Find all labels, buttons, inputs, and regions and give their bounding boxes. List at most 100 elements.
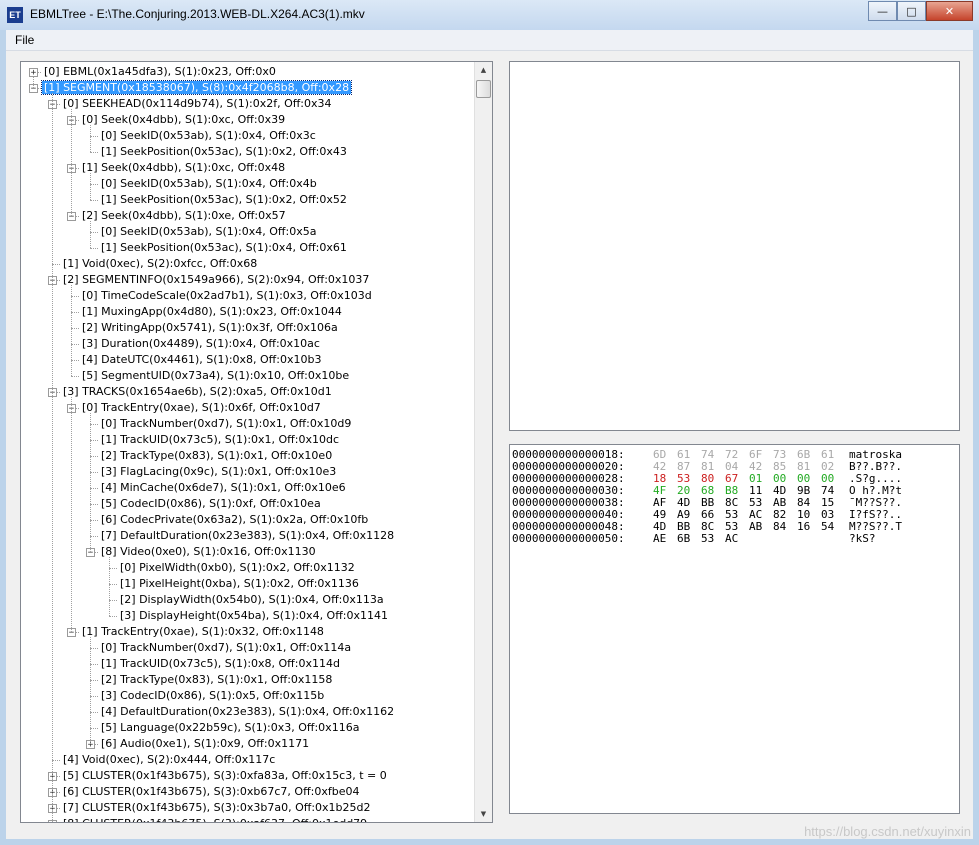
tree-connector — [109, 600, 117, 601]
tree-node[interactable]: [1] PixelHeight(0xba), S(1):0x2, Off:0x1… — [118, 576, 361, 592]
tree-node[interactable]: [4] Void(0xec), S(2):0x444, Off:0x117c — [61, 752, 277, 768]
tree-node-label: [3] DisplayHeight(0x54ba), S(1):0x4, Off… — [120, 609, 389, 622]
tree-node-label: [4] MinCache(0x6de7), S(1):0x1, Off:0x10… — [101, 481, 346, 494]
tree-node[interactable]: [6] CodecPrivate(0x63a2), S(1):0x2a, Off… — [99, 512, 370, 528]
hex-byte: AC — [725, 532, 739, 545]
tree-node-label: [1] TrackEntry(0xae), S(1):0x32, Off:0x1… — [82, 625, 324, 638]
tree-node-label: [6] Audio(0xe1), S(1):0x9, Off:0x1171 — [101, 737, 310, 750]
minimize-button[interactable]: — — [868, 1, 897, 21]
tree-node[interactable]: [2] SEGMENTINFO(0x1549a966), S(2):0x94, … — [61, 272, 371, 288]
tree-node[interactable]: [3] DisplayHeight(0x54ba), S(1):0x4, Off… — [118, 608, 390, 624]
tree-node-label: [0] Seek(0x4dbb), S(1):0xc, Off:0x39 — [82, 113, 286, 126]
tree-node[interactable]: [0] TrackNumber(0xd7), S(1):0x1, Off:0x1… — [99, 640, 353, 656]
tree-node-label: [7] CLUSTER(0x1f43b675), S(3):0x3b7a0, O… — [63, 801, 371, 814]
tree-node[interactable]: [1] SeekPosition(0x53ac), S(1):0x2, Off:… — [99, 192, 349, 208]
tree-node-label: [1] Seek(0x4dbb), S(1):0xc, Off:0x48 — [82, 161, 286, 174]
menu-file[interactable]: File — [15, 33, 34, 47]
tree-node[interactable]: [5] CodecID(0x86), S(1):0xf, Off:0x10ea — [99, 496, 323, 512]
tree-node[interactable]: [1] SeekPosition(0x53ac), S(1):0x4, Off:… — [99, 240, 349, 256]
tree-node[interactable]: [3] FlagLacing(0x9c), S(1):0x1, Off:0x10… — [99, 464, 338, 480]
tree-node[interactable]: [0] TrackNumber(0xd7), S(1):0x1, Off:0x1… — [99, 416, 353, 432]
tree-connector — [90, 488, 98, 489]
tree-node[interactable]: [1] TrackEntry(0xae), S(1):0x32, Off:0x1… — [80, 624, 326, 640]
tree-node[interactable]: [5] SegmentUID(0x73a4), S(1):0x10, Off:0… — [80, 368, 351, 384]
tree-connector — [90, 440, 98, 441]
close-button[interactable]: ✕ — [926, 1, 973, 21]
tree-node[interactable]: [8] CLUSTER(0x1f43b675), S(3):0xaf637, O… — [61, 816, 369, 822]
tree-node[interactable]: [1] Void(0xec), S(2):0xfcc, Off:0x68 — [61, 256, 259, 272]
tree-node-label: [6] CLUSTER(0x1f43b675), S(3):0xb67c7, O… — [63, 785, 360, 798]
tree-node[interactable]: [0] SeekID(0x53ab), S(1):0x4, Off:0x5a — [99, 224, 318, 240]
tree-node[interactable]: [4] DateUTC(0x4461), S(1):0x8, Off:0x10b… — [80, 352, 323, 368]
tree-node[interactable]: [3] TRACKS(0x1654ae6b), S(2):0xa5, Off:0… — [61, 384, 334, 400]
tree-connector — [52, 93, 53, 822]
tree-node[interactable]: [0] EBML(0x1a45dfa3), S(1):0x23, Off:0x0 — [42, 64, 278, 80]
tree-node[interactable]: [1] TrackUID(0x73c5), S(1):0x1, Off:0x10… — [99, 432, 341, 448]
tree-node[interactable]: [0] TrackEntry(0xae), S(1):0x6f, Off:0x1… — [80, 400, 323, 416]
tree-node-label: [3] Duration(0x4489), S(1):0x4, Off:0x10… — [82, 337, 320, 350]
tree-node-label: [2] Seek(0x4dbb), S(1):0xe, Off:0x57 — [82, 209, 286, 222]
tree-connector — [71, 296, 79, 297]
tree-node[interactable]: [8] Video(0xe0), S(1):0x16, Off:0x1130 — [99, 544, 318, 560]
app-icon: ET — [7, 7, 23, 23]
tree-node-label: [8] Video(0xe0), S(1):0x16, Off:0x1130 — [101, 545, 316, 558]
tree-node[interactable]: [1] Seek(0x4dbb), S(1):0xc, Off:0x48 — [80, 160, 287, 176]
tree-connector — [71, 109, 72, 216]
tree-node[interactable]: [0] PixelWidth(0xb0), S(1):0x2, Off:0x11… — [118, 560, 357, 576]
tree-node-label: [5] CLUSTER(0x1f43b675), S(3):0xfa83a, O… — [63, 769, 387, 782]
tree-connector — [90, 472, 98, 473]
tree-node[interactable]: [2] TrackType(0x83), S(1):0x1, Off:0x10e… — [99, 448, 334, 464]
tree-node-label: [0] EBML(0x1a45dfa3), S(1):0x23, Off:0x0 — [44, 65, 276, 78]
tree-node[interactable]: [6] Audio(0xe1), S(1):0x9, Off:0x1171 — [99, 736, 311, 752]
tree-node-label: [1] SeekPosition(0x53ac), S(1):0x4, Off:… — [101, 241, 347, 254]
tree-connector — [90, 413, 91, 552]
maximize-button[interactable]: □ — [897, 1, 926, 21]
tree-connector — [90, 136, 98, 137]
tree-node[interactable]: [4] MinCache(0x6de7), S(1):0x1, Off:0x10… — [99, 480, 348, 496]
tree-node[interactable]: [5] CLUSTER(0x1f43b675), S(3):0xfa83a, O… — [61, 768, 389, 784]
tree-node-label: [1] PixelHeight(0xba), S(1):0x2, Off:0x1… — [120, 577, 359, 590]
ebml-tree-view[interactable]: [0] EBML(0x1a45dfa3), S(1):0x23, Off:0x0… — [20, 61, 493, 823]
tree-node-label: [1] TrackUID(0x73c5), S(1):0x1, Off:0x10… — [101, 433, 340, 446]
tree-node[interactable]: [2] DisplayWidth(0x54b0), S(1):0x4, Off:… — [118, 592, 386, 608]
tree-node[interactable]: [0] TimeCodeScale(0x2ad7b1), S(1):0x3, O… — [80, 288, 374, 304]
scroll-thumb[interactable] — [476, 80, 491, 98]
tree-node[interactable]: [1] TrackUID(0x73c5), S(1):0x8, Off:0x11… — [99, 656, 342, 672]
tree-connector — [109, 557, 110, 616]
tree-node[interactable]: [1] MuxingApp(0x4d80), S(1):0x23, Off:0x… — [80, 304, 344, 320]
tree-connector — [90, 664, 98, 665]
tree-node[interactable]: [1] SEGMENT(0x18538067), S(8):0x4f2068b8… — [40, 80, 353, 96]
tree-node[interactable]: [0] Seek(0x4dbb), S(1):0xc, Off:0x39 — [80, 112, 287, 128]
tree-node[interactable]: [7] CLUSTER(0x1f43b675), S(3):0x3b7a0, O… — [61, 800, 373, 816]
tree-node[interactable]: [0] SeekID(0x53ab), S(1):0x4, Off:0x4b — [99, 176, 319, 192]
tree-node[interactable]: [2] TrackType(0x83), S(1):0x1, Off:0x115… — [99, 672, 334, 688]
tree-node-label: [1] SEGMENT(0x18538067), S(8):0x4f2068b8… — [40, 80, 353, 95]
tree-node[interactable]: [1] SeekPosition(0x53ac), S(1):0x2, Off:… — [99, 144, 349, 160]
tree-vertical-scrollbar[interactable]: ▲ ▼ — [474, 62, 492, 822]
tree-node[interactable]: [2] Seek(0x4dbb), S(1):0xe, Off:0x57 — [80, 208, 288, 224]
tree-connector — [71, 344, 79, 345]
tree-connector — [90, 637, 91, 744]
scroll-up-icon[interactable]: ▲ — [476, 62, 491, 78]
tree-node[interactable]: [5] Language(0x22b59c), S(1):0x3, Off:0x… — [99, 720, 361, 736]
tree-node[interactable]: [3] Duration(0x4489), S(1):0x4, Off:0x10… — [80, 336, 322, 352]
tree-connector — [90, 221, 91, 248]
tree-node[interactable]: [0] SEEKHEAD(0x114d9b74), S(1):0x2f, Off… — [61, 96, 334, 112]
window-controls: — □ ✕ — [868, 1, 973, 21]
tree-node[interactable]: [6] CLUSTER(0x1f43b675), S(3):0xb67c7, O… — [61, 784, 361, 800]
tree-node-label: [4] Void(0xec), S(2):0x444, Off:0x117c — [63, 753, 276, 766]
tree-node[interactable]: [0] SeekID(0x53ab), S(1):0x4, Off:0x3c — [99, 128, 318, 144]
tree-connector — [90, 152, 98, 153]
tree-node[interactable]: [4] DefaultDuration(0x23e383), S(1):0x4,… — [99, 704, 396, 720]
window-title: EBMLTree - E:\The.Conjuring.2013.WEB-DL.… — [30, 7, 365, 21]
tree-node-label: [1] SeekPosition(0x53ac), S(1):0x2, Off:… — [101, 145, 347, 158]
hex-view[interactable]: 0000000000000018: 6D 61 74 72 6F 73 6B 61 matrosk… — [509, 444, 960, 814]
scroll-down-icon[interactable]: ▼ — [476, 806, 491, 822]
tree-node[interactable]: [7] DefaultDuration(0x23e383), S(1):0x4,… — [99, 528, 396, 544]
expand-icon[interactable]: + — [29, 68, 38, 78]
tree-node[interactable]: [3] CodecID(0x86), S(1):0x5, Off:0x115b — [99, 688, 326, 704]
hex-ascii: ?kS? — [849, 532, 876, 545]
tree-node[interactable]: [2] WritingApp(0x5741), S(1):0x3f, Off:0… — [80, 320, 340, 336]
tree-node-label: [2] TrackType(0x83), S(1):0x1, Off:0x10e… — [101, 449, 333, 462]
hex-byte: AB — [749, 520, 763, 533]
